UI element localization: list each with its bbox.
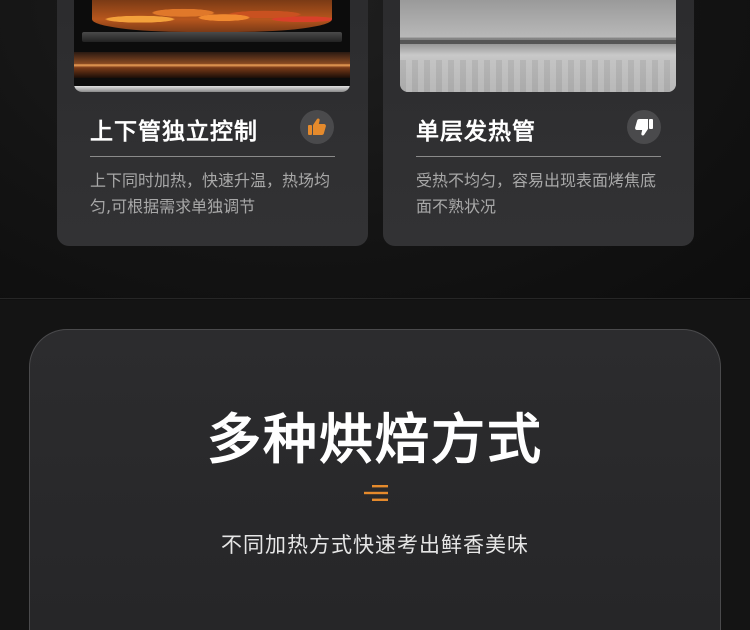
section-subtitle: 不同加热方式快速考出鲜香美味 xyxy=(221,533,529,557)
card-description: 上下同时加热，快速升温，热场均匀,可根据需求单独调节 xyxy=(90,171,331,216)
section-divider xyxy=(0,298,750,299)
roasted-food-image xyxy=(92,0,332,32)
feature-card-single-heating: 单层发热管 受热不均匀，容易出现表面烤焦底面不熟状况 xyxy=(383,0,694,246)
card-description: 受热不均匀，容易出现表面烤焦底面不熟状况 xyxy=(416,171,657,216)
oven-food-photo xyxy=(74,0,350,92)
heating-element-glow xyxy=(74,52,350,78)
feature-card-dual-heating: 上下管独立控制 上下同时加热，快速升温，热场均匀,可根据需求单独调节 xyxy=(57,0,368,246)
divider xyxy=(90,156,335,157)
baking-modes-panel xyxy=(29,329,721,630)
card-title: 单层发热管 xyxy=(416,119,536,145)
thumbs-up-icon xyxy=(300,110,334,144)
divider xyxy=(416,156,661,157)
oven-shelf-image xyxy=(400,40,676,44)
section-title: 多种烘焙方式 xyxy=(207,408,543,471)
thumbs-down-icon xyxy=(627,110,661,144)
oven-floor-image xyxy=(400,60,676,92)
baking-tray-image xyxy=(82,32,342,42)
oven-interior-photo xyxy=(400,0,676,92)
menu-lines-icon xyxy=(364,484,388,502)
card-title: 上下管独立控制 xyxy=(90,119,258,145)
oven-rail-image xyxy=(74,86,350,92)
